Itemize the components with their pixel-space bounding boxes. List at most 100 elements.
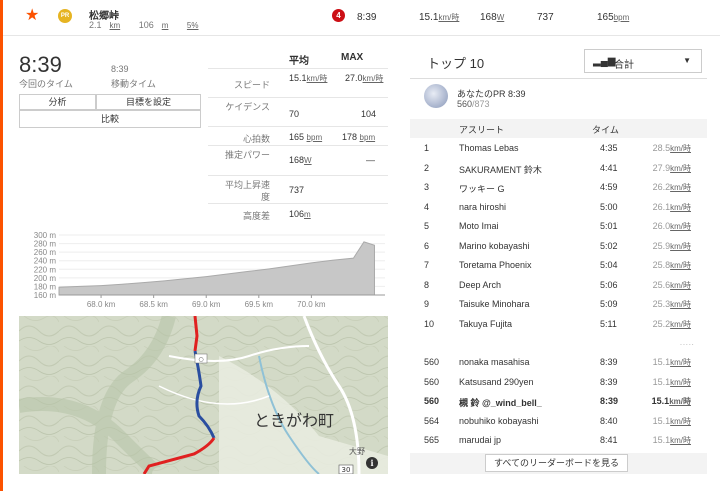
heartrate-value: 165 xyxy=(597,12,614,23)
power-value: 168 xyxy=(480,12,497,23)
town-label: ときがわ町 xyxy=(254,411,334,430)
unit-label: km xyxy=(109,21,121,30)
speed-cell: 25.8km/時 xyxy=(653,260,691,271)
speed-cell: 25.2km/時 xyxy=(653,319,691,330)
elevation-chart[interactable]: 300 m 280 m 260 m 240 m 220 m 200 m 180 m 160 m… xyxy=(19,223,388,309)
speed-value: 15.1 xyxy=(652,435,671,445)
athlete-name-link[interactable]: Marino kobayashi xyxy=(459,241,530,251)
effort-time: 8:39 xyxy=(19,52,62,77)
athlete-name-link[interactable]: marudai jp xyxy=(459,435,501,445)
unit-label: m xyxy=(161,21,169,30)
speed-value: 27.9 xyxy=(652,162,671,173)
athlete-name-link[interactable]: Deep Arch xyxy=(459,280,501,290)
leaderboard-row[interactable]: 8 Deep Arch 5:06 25.6km/時 xyxy=(410,275,707,295)
athlete-name-link[interactable]: nara hiroshi xyxy=(459,202,506,212)
leaderboard-row[interactable]: 9 Taisuke Minohara 5:09 25.3km/時 xyxy=(410,294,707,314)
athlete-name-link[interactable]: SAKURAMENT 鈴木 xyxy=(459,163,542,176)
athlete-name-link[interactable]: Katsusand 290yen xyxy=(459,377,534,387)
route-red-line xyxy=(193,316,199,352)
rank-cell: 3 xyxy=(424,182,430,192)
leaderboard-row[interactable]: 5 Moto Imai 5:01 26.0km/時 xyxy=(410,216,707,236)
star-icon[interactable]: ★ xyxy=(25,8,39,24)
time-cell: 5:02 xyxy=(600,240,618,251)
speed-value: 15.1 xyxy=(652,376,671,387)
unit-label: km/時 xyxy=(669,397,691,406)
speed-cell: 26.0km/時 xyxy=(653,221,691,232)
leaderboard-row[interactable]: 565 marudai jp 8:41 15.1km/時 xyxy=(410,430,707,450)
leaderboard-header: アスリート タイム xyxy=(410,119,707,138)
speed-value: 25.8 xyxy=(652,260,671,270)
leaderboard-row[interactable]: 564 nobuhiko kobayashi 8:40 15.1km/時 xyxy=(410,411,707,431)
speed-cell: 25.6km/時 xyxy=(653,280,691,291)
rank-cell: 1 xyxy=(424,143,430,153)
leaderboard-row[interactable]: 7 Toretama Phoenix 5:04 25.8km/時 xyxy=(410,255,707,275)
avatar[interactable] xyxy=(424,84,448,108)
leaderboard-row[interactable]: 3 ワッキー G 4:59 26.2km/時 xyxy=(410,177,707,197)
time-cell: 5:01 xyxy=(600,221,618,231)
divider xyxy=(208,97,388,98)
rank-cell: 9 xyxy=(424,299,430,309)
stat-max-power: — xyxy=(366,155,375,165)
time-cell: 8:41 xyxy=(600,435,618,445)
rank-cell: 7 xyxy=(424,260,430,270)
unit-label: bpm xyxy=(306,133,323,142)
athlete-name-link[interactable]: nobuhiko kobayashi xyxy=(459,416,539,426)
avg-header: 平均 xyxy=(289,56,309,67)
filter-value: 合計 xyxy=(614,60,634,71)
speed-cell: 15.1km/時 xyxy=(653,357,691,368)
athlete-name-link[interactable]: Toretama Phoenix xyxy=(459,260,532,270)
athlete-name-link[interactable]: ワッキー G xyxy=(459,182,505,195)
segment-grade: 5% xyxy=(186,21,199,30)
unit-label: km/時 xyxy=(670,280,691,290)
unit-label: km/時 xyxy=(362,74,384,83)
set-goal-button[interactable]: 目標を設定 xyxy=(96,94,201,110)
ellipsis: ..... xyxy=(680,340,695,347)
leaderboard-row[interactable]: 560 槻 鈴 @_wind_bell_ 8:39 15.1km/時 xyxy=(410,391,707,411)
see-all-leaderboards-button[interactable]: すべてのリーダーボードを見る xyxy=(485,454,628,472)
leaderboard-row[interactable]: 1 Thomas Lebas 4:35 28.5km/時 xyxy=(410,138,707,158)
y-tick-label: 160 m xyxy=(34,291,57,300)
speed-cell: 28.5km/時 xyxy=(653,143,691,154)
speed-value: 15.1 xyxy=(652,357,671,367)
compare-button[interactable]: 比較 xyxy=(19,110,201,128)
unit-label: km/時 xyxy=(438,13,460,22)
time-cell: 5:00 xyxy=(600,201,618,212)
unit-label: km/時 xyxy=(670,358,691,367)
athlete-name-link[interactable]: 槻 鈴 @_wind_bell_ xyxy=(459,396,542,409)
elevation-chart-svg: 300 m280 m260 m240 m220 m200 m180 m160 m… xyxy=(34,231,385,309)
leaderboard-row[interactable]: 2 SAKURAMENT 鈴木 4:41 27.9km/時 xyxy=(410,158,707,178)
leaderboard-row[interactable]: 560 Katsusand 290yen 8:39 15.1km/時 xyxy=(410,372,707,392)
time-cell: 5:11 xyxy=(600,318,617,329)
unit-label: W xyxy=(304,156,312,165)
athlete-name-link[interactable]: Takuya Fujita xyxy=(459,319,512,329)
leaderboard-filter-select[interactable]: ▂▄▆ 合計 ▼ xyxy=(584,49,702,73)
athlete-name-link[interactable]: Taisuke Minohara xyxy=(459,299,530,309)
segment-time: 8:39 xyxy=(357,12,377,23)
leaderboard-row[interactable]: 4 nara hiroshi 5:00 26.1km/時 xyxy=(410,197,707,217)
segment-heartrate: 165bpm xyxy=(597,12,629,23)
rank-cell: 6 xyxy=(424,240,430,251)
leaderboard-row[interactable]: 6 Marino kobayashi 5:02 25.9km/時 xyxy=(410,236,707,256)
divider xyxy=(208,68,388,69)
segment-row[interactable]: ★ PR 松郷峠 2.1 km 106 m 5% 4 8:39 15.1km/時 1… xyxy=(3,0,720,36)
leaderboard-row[interactable]: 10 Takuya Fujita 5:11 25.2km/時 xyxy=(410,314,707,334)
segment-stats: 2.1 km 106 m 5% xyxy=(89,20,206,30)
athlete-name-link[interactable]: Moto Imai xyxy=(459,221,499,231)
unit-label: m xyxy=(304,210,311,219)
athlete-name-link[interactable]: nonaka masahisa xyxy=(459,357,530,367)
divider xyxy=(208,175,388,176)
analysis-button[interactable]: 分析 xyxy=(19,94,96,110)
stat-avg-vam: 737 xyxy=(289,185,305,195)
segment-speed: 15.1km/時 xyxy=(419,12,459,23)
divider xyxy=(208,126,388,127)
accent-bar xyxy=(0,0,3,491)
athlete-name-link[interactable]: Thomas Lebas xyxy=(459,143,519,153)
leaderboard-row[interactable]: 560 nonaka masahisa 8:39 15.1km/時 xyxy=(410,352,707,372)
route-map[interactable]: ○ ときがわ町 大野 30 i xyxy=(19,316,388,474)
rank-cell: 565 xyxy=(424,435,440,445)
rank-value: 560 xyxy=(457,99,473,109)
chevron-down-icon: ▼ xyxy=(683,56,691,65)
rank-cell: 8 xyxy=(424,279,430,290)
value: 168 xyxy=(289,155,305,165)
speed-value: 25.2 xyxy=(652,318,671,329)
